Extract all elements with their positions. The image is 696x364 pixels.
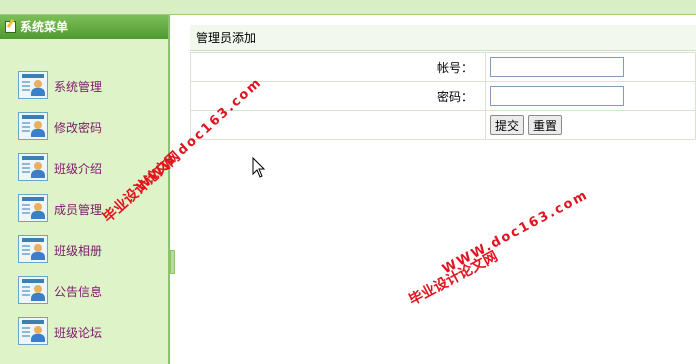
sidebar-item-label: 班级论坛 [54, 326, 103, 340]
admin-add-form: 帐号： 密码： 提交 重置 [190, 52, 696, 140]
panel-title: 管理员添加 [190, 25, 696, 51]
sidebar-item-class-album[interactable]: 班级相册 [18, 235, 158, 265]
account-input[interactable] [490, 57, 624, 77]
user-card-icon [18, 112, 48, 140]
sidebar-item-system-management[interactable]: 系统管理 [18, 71, 158, 101]
user-card-icon [18, 317, 48, 345]
account-cell [485, 52, 696, 82]
sidebar-header: 系统菜单 [0, 15, 168, 39]
sidebar-item-label: 成员管理 [54, 203, 103, 217]
actions-spacer [190, 110, 486, 140]
user-card-icon [18, 153, 48, 181]
mouse-pointer-icon [252, 157, 266, 178]
password-input[interactable] [490, 86, 624, 106]
top-strip [0, 0, 696, 15]
main-content: 管理员添加 帐号： 密码： 提交 重置 [178, 15, 696, 364]
user-card-icon [18, 235, 48, 263]
sidebar-splitter-handle[interactable] [170, 250, 175, 274]
form-row-password: 密码： [190, 81, 696, 111]
actions-cell: 提交 重置 [485, 110, 696, 140]
form-row-account: 帐号： [190, 52, 696, 82]
sidebar-item-label: 修改密码 [54, 121, 103, 135]
sidebar-title: 系统菜单 [20, 20, 69, 34]
sidebar-item-label: 班级介绍 [54, 162, 103, 176]
sidebar-item-label: 系统管理 [54, 80, 103, 94]
user-card-icon [18, 276, 48, 304]
user-card-icon [18, 71, 48, 99]
password-cell [485, 81, 696, 111]
sidebar-item-label: 班级相册 [54, 244, 103, 258]
user-card-icon [18, 194, 48, 222]
sidebar-item-class-forum[interactable]: 班级论坛 [18, 317, 158, 347]
sidebar-item-label: 公告信息 [54, 285, 103, 299]
reset-button[interactable]: 重置 [528, 115, 563, 135]
sidebar-item-announcements[interactable]: 公告信息 [18, 276, 158, 306]
submit-button[interactable]: 提交 [490, 115, 525, 135]
sidebar-item-change-password[interactable]: 修改密码 [18, 112, 158, 142]
edit-icon [5, 21, 16, 33]
form-row-actions: 提交 重置 [190, 110, 696, 140]
account-label: 帐号： [190, 52, 486, 82]
